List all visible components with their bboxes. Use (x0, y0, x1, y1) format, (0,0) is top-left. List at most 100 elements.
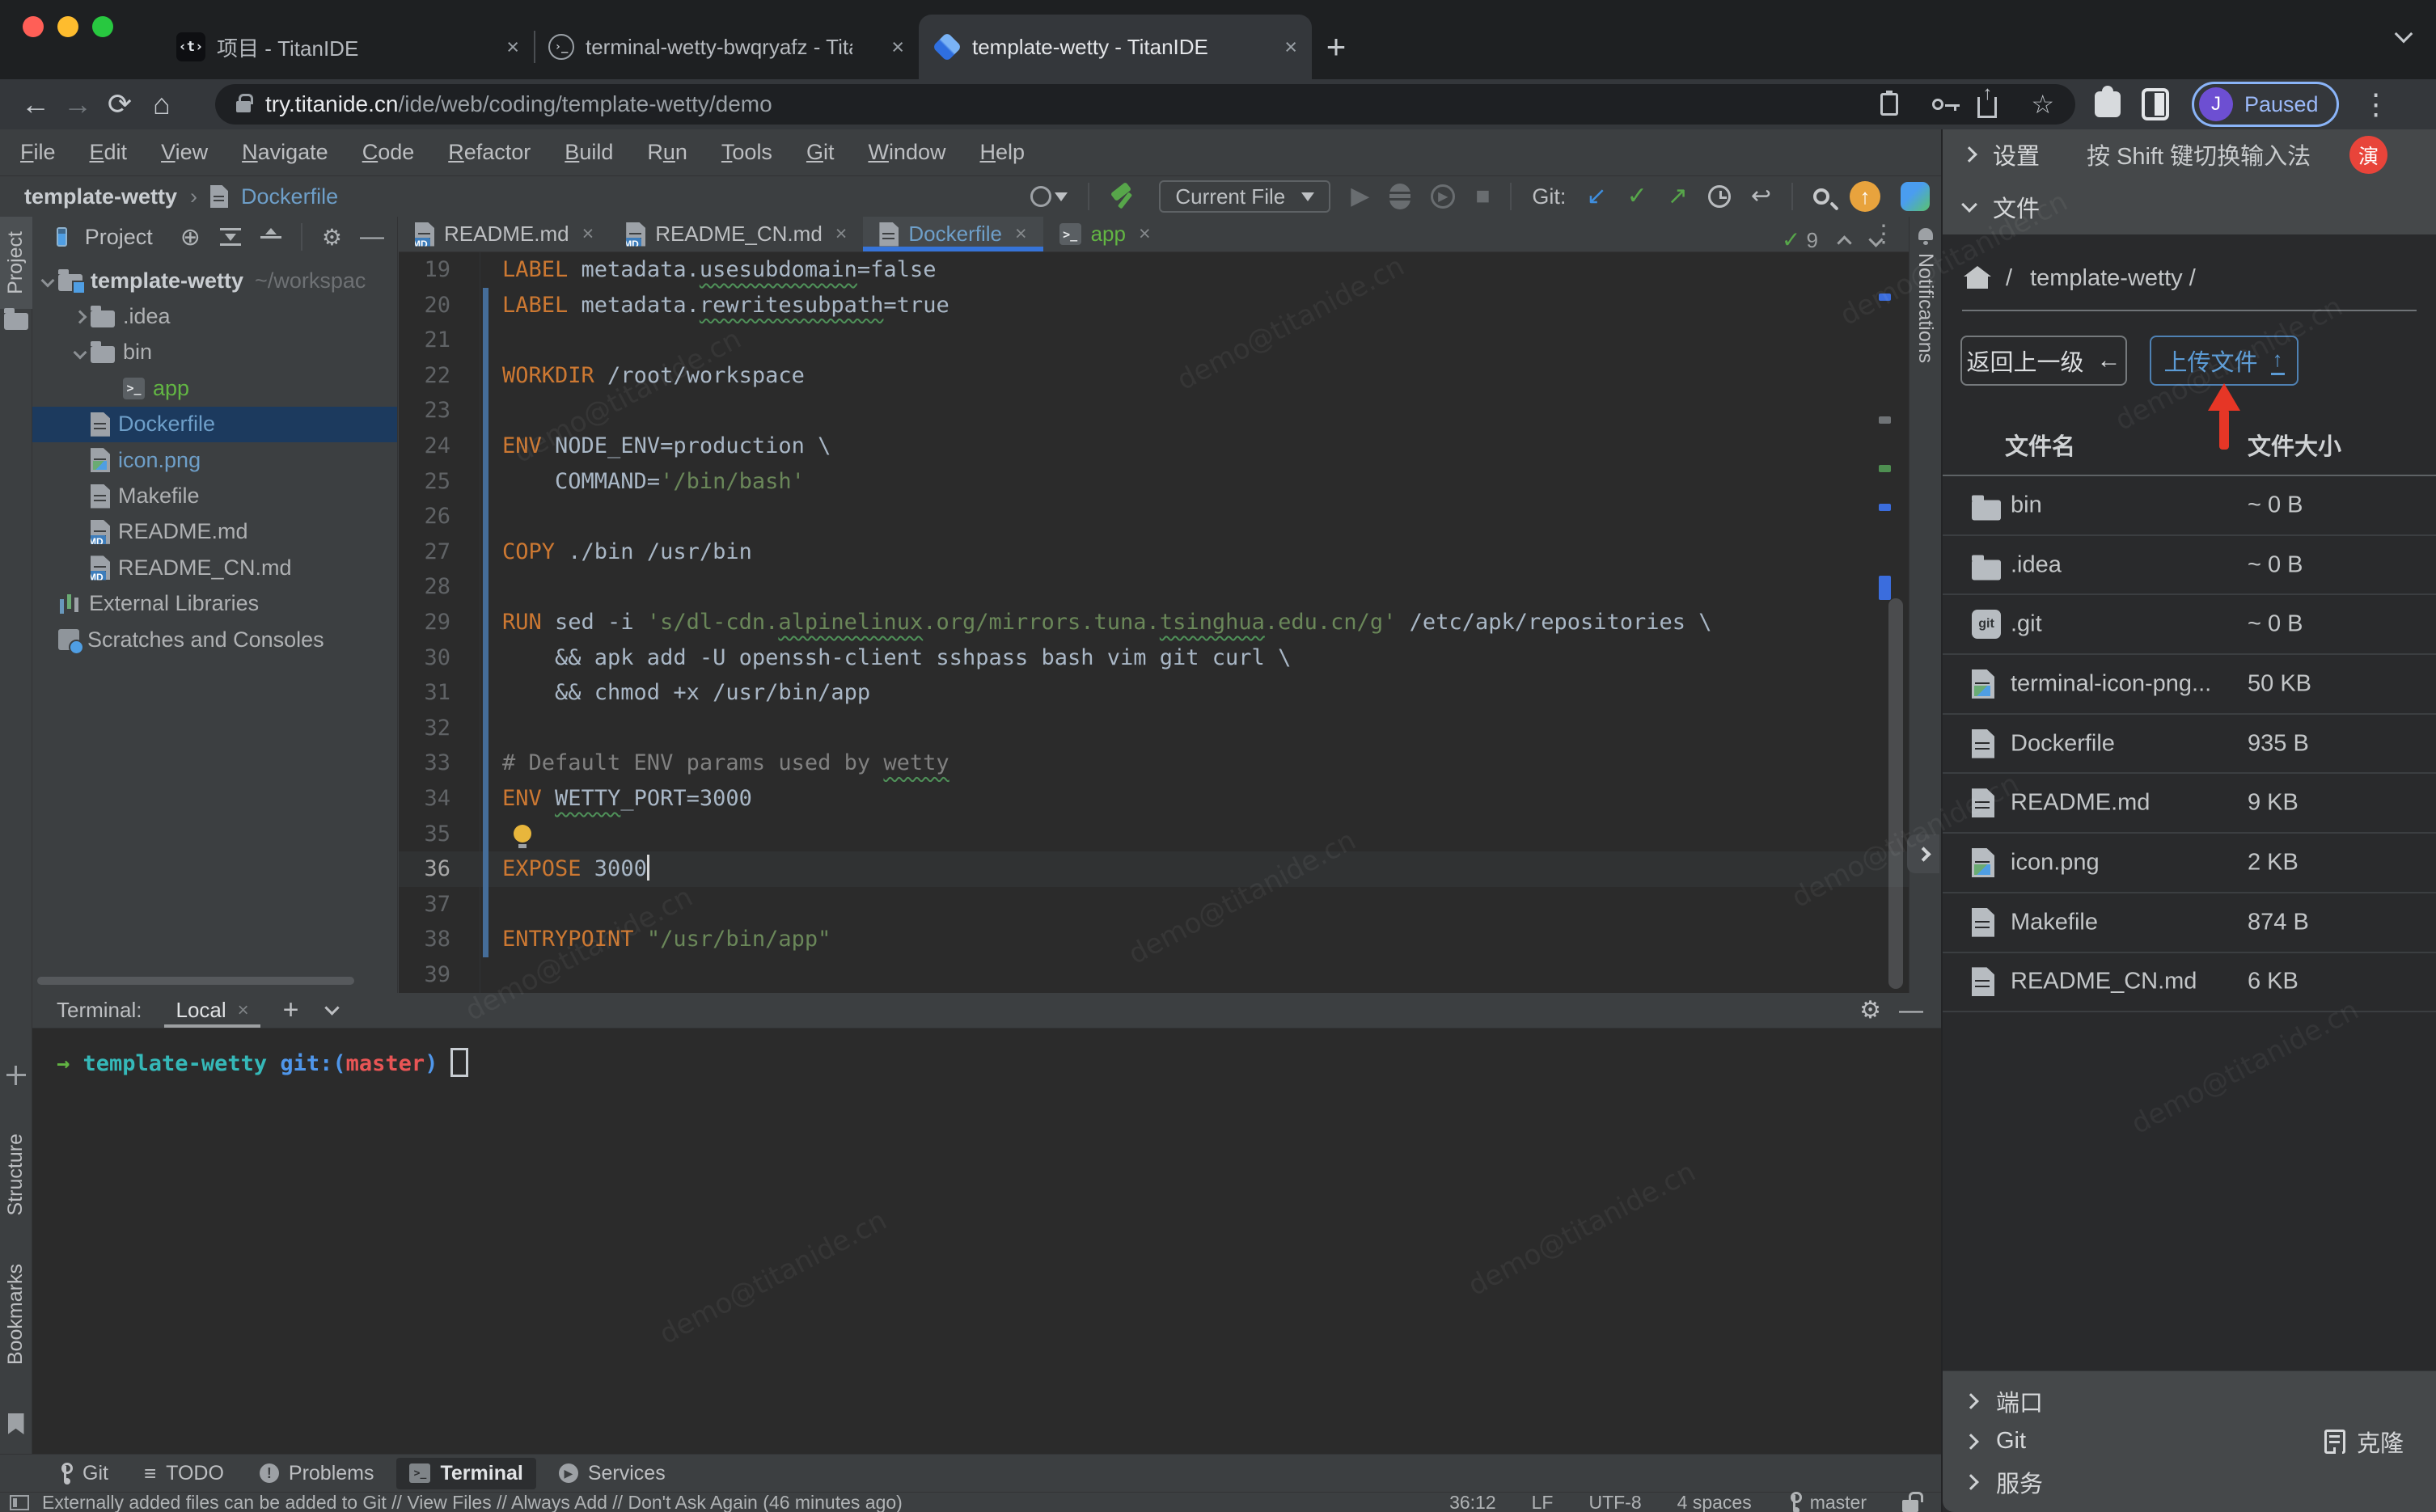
run-configuration-select[interactable]: Current File (1159, 180, 1331, 213)
editor-tab[interactable]: README_CN.md × (610, 217, 863, 251)
code-line[interactable]: 26 (399, 499, 1909, 534)
address-bar[interactable]: try.titanide.cn /ide/web/coding/template… (215, 82, 2075, 125)
menu-window[interactable]: Window (851, 140, 962, 165)
tool-button-todo[interactable]: ≡ TODO (131, 1458, 237, 1489)
status-UTF-8[interactable]: UTF-8 (1588, 1492, 1641, 1512)
git-commit-check-icon[interactable]: ✓ (1627, 184, 1647, 209)
close-tab-icon[interactable]: × (1139, 222, 1151, 246)
editor-tab[interactable]: README.md × (399, 217, 610, 251)
tree-item[interactable]: Makefile (32, 478, 397, 513)
menu-refactor[interactable]: Refactor (431, 140, 548, 165)
close-tab-icon[interactable]: × (891, 35, 904, 60)
file-row[interactable]: icon.png 2 KB (1943, 834, 2436, 893)
profile-button[interactable]: J Paused (2192, 82, 2339, 127)
file-row[interactable]: README.md 9 KB (1943, 774, 2436, 834)
zoom-window-icon[interactable] (92, 16, 113, 37)
tree-item[interactable]: Dockerfile (32, 406, 397, 442)
code-line[interactable]: 23 (399, 393, 1909, 429)
structure-vertical-label[interactable]: Structure (4, 1134, 27, 1215)
close-tab-icon[interactable]: × (582, 222, 594, 246)
stop-icon[interactable]: ■ (1475, 184, 1490, 209)
tree-item[interactable]: README_CN.md (32, 550, 397, 585)
status-4 spaces[interactable]: 4 spaces (1677, 1492, 1752, 1512)
debug-bug-icon[interactable] (1389, 184, 1411, 209)
password-key-icon[interactable] (1932, 99, 1960, 111)
code-line[interactable]: 38 ENTRYPOINT "/usr/bin/app" (399, 922, 1909, 957)
code-line[interactable]: 27 COPY ./bin /usr/bin (399, 534, 1909, 570)
menu-view[interactable]: View (144, 140, 225, 165)
code-line[interactable]: 30 && apk add -U openssh-client sshpass … (399, 640, 1909, 676)
folder-icon[interactable] (3, 307, 28, 330)
clone-button[interactable]: 克隆 (2324, 1425, 2404, 1459)
close-window-icon[interactable] (23, 16, 44, 37)
collapse-all-icon[interactable] (260, 228, 281, 246)
settings-gear-icon[interactable]: ⚙ (322, 224, 342, 251)
code-line[interactable]: 34 ENV WETTY_PORT=3000 (399, 781, 1909, 817)
next-problem-icon[interactable] (1868, 232, 1884, 247)
terminal-settings-gear-icon[interactable]: ⚙ (1859, 996, 1881, 1024)
code-line[interactable]: 39 (399, 957, 1909, 993)
git-update-icon[interactable]: ↙ (1586, 184, 1606, 209)
tree-item[interactable]: bin (32, 335, 397, 370)
expand-all-icon[interactable] (219, 228, 241, 246)
file-row[interactable]: Makefile 874 B (1943, 893, 2436, 953)
home-icon[interactable] (1964, 266, 1991, 289)
status-LF[interactable]: LF (1532, 1492, 1554, 1512)
go-up-button[interactable]: 返回上一级 ← (1960, 336, 2127, 386)
terminal-tab-local[interactable]: Local × (164, 993, 260, 1028)
inspections-widget[interactable]: ✓ 9 (1782, 226, 1884, 253)
ide-plugin-icon[interactable] (1901, 182, 1930, 211)
tab-search-chevron-icon[interactable] (2394, 24, 2413, 44)
demo-badge[interactable]: 演 (2349, 136, 2387, 174)
search-everywhere-icon[interactable] (1813, 188, 1829, 205)
file-row[interactable]: terminal-icon-png... 50 KB (1943, 655, 2436, 715)
bookmark-icon[interactable] (7, 1413, 24, 1434)
breadcrumb-file[interactable]: Dockerfile (241, 184, 338, 209)
terminal-dropdown-chevron-icon[interactable] (324, 1000, 340, 1016)
breadcrumb-project[interactable]: template-wetty (24, 184, 177, 209)
editor-tab[interactable]: Dockerfile × (863, 217, 1043, 251)
update-available-icon[interactable]: ↑ (1850, 181, 1880, 212)
close-tab-icon[interactable]: × (506, 35, 519, 60)
close-tab-icon[interactable]: × (835, 222, 848, 246)
tree-chevron[interactable] (70, 345, 91, 360)
reload-icon[interactable]: ⟳ (99, 83, 141, 125)
clipboard-icon[interactable] (1880, 91, 1899, 116)
status-36:12[interactable]: 36:12 (1449, 1492, 1496, 1512)
upload-file-button[interactable]: 上传文件 ↑ (2150, 336, 2299, 386)
notifications-bell-icon[interactable] (1918, 228, 1933, 245)
close-tab-icon[interactable]: × (1015, 222, 1027, 246)
status-master[interactable]: master (1787, 1492, 1867, 1512)
file-row[interactable]: bin ~ 0 B (1943, 476, 2436, 536)
back-icon[interactable]: ← (15, 83, 57, 125)
tool-windows-icon[interactable] (10, 1494, 29, 1510)
new-terminal-icon[interactable]: + (283, 995, 299, 1026)
code-editor[interactable]: 19 LABEL metadata.usesubdomain=false 20 LAB… (399, 252, 1909, 993)
notifications-vertical-label[interactable]: Notifications (1914, 253, 1937, 363)
code-line[interactable]: 35 (399, 817, 1909, 852)
tree-chevron[interactable] (37, 273, 58, 288)
tree-item[interactable]: .idea (32, 298, 397, 334)
code-line[interactable]: 37 (399, 887, 1909, 923)
menu-code[interactable]: Code (345, 140, 432, 165)
terminal-output[interactable]: → template-wetty git:(master) (32, 1028, 1941, 1081)
git-push-icon[interactable]: ↗ (1668, 184, 1688, 209)
run-with-coverage-icon[interactable]: ▶ (1431, 184, 1456, 209)
horizontal-scrollbar[interactable] (37, 977, 354, 985)
bookmarks-vertical-label[interactable]: Bookmarks (4, 1264, 27, 1365)
run-icon[interactable]: ▶ (1351, 184, 1369, 209)
browser-tab[interactable]: ‹t› 项目 - TitanIDE × (162, 15, 534, 79)
code-line[interactable]: 20 LABEL metadata.rewritesubpath=true (399, 288, 1909, 323)
status-unlock[interactable] (1902, 1491, 1923, 1512)
home-icon[interactable]: ⌂ (141, 83, 183, 125)
tool-button-services[interactable]: ▶ Services (546, 1458, 679, 1489)
tree-item[interactable]: app (32, 370, 397, 406)
menu-help[interactable]: Help (962, 140, 1042, 165)
run-user-icon[interactable] (1030, 186, 1068, 207)
tree-item[interactable]: template-wetty ~/workspac (32, 263, 397, 298)
tree-item[interactable]: Scratches and Consoles (32, 622, 397, 657)
menu-run[interactable]: Run (630, 140, 704, 165)
tree-item[interactable]: External Libraries (32, 586, 397, 622)
close-icon[interactable]: × (238, 999, 249, 1022)
editor-tab[interactable]: app × (1043, 217, 1167, 251)
